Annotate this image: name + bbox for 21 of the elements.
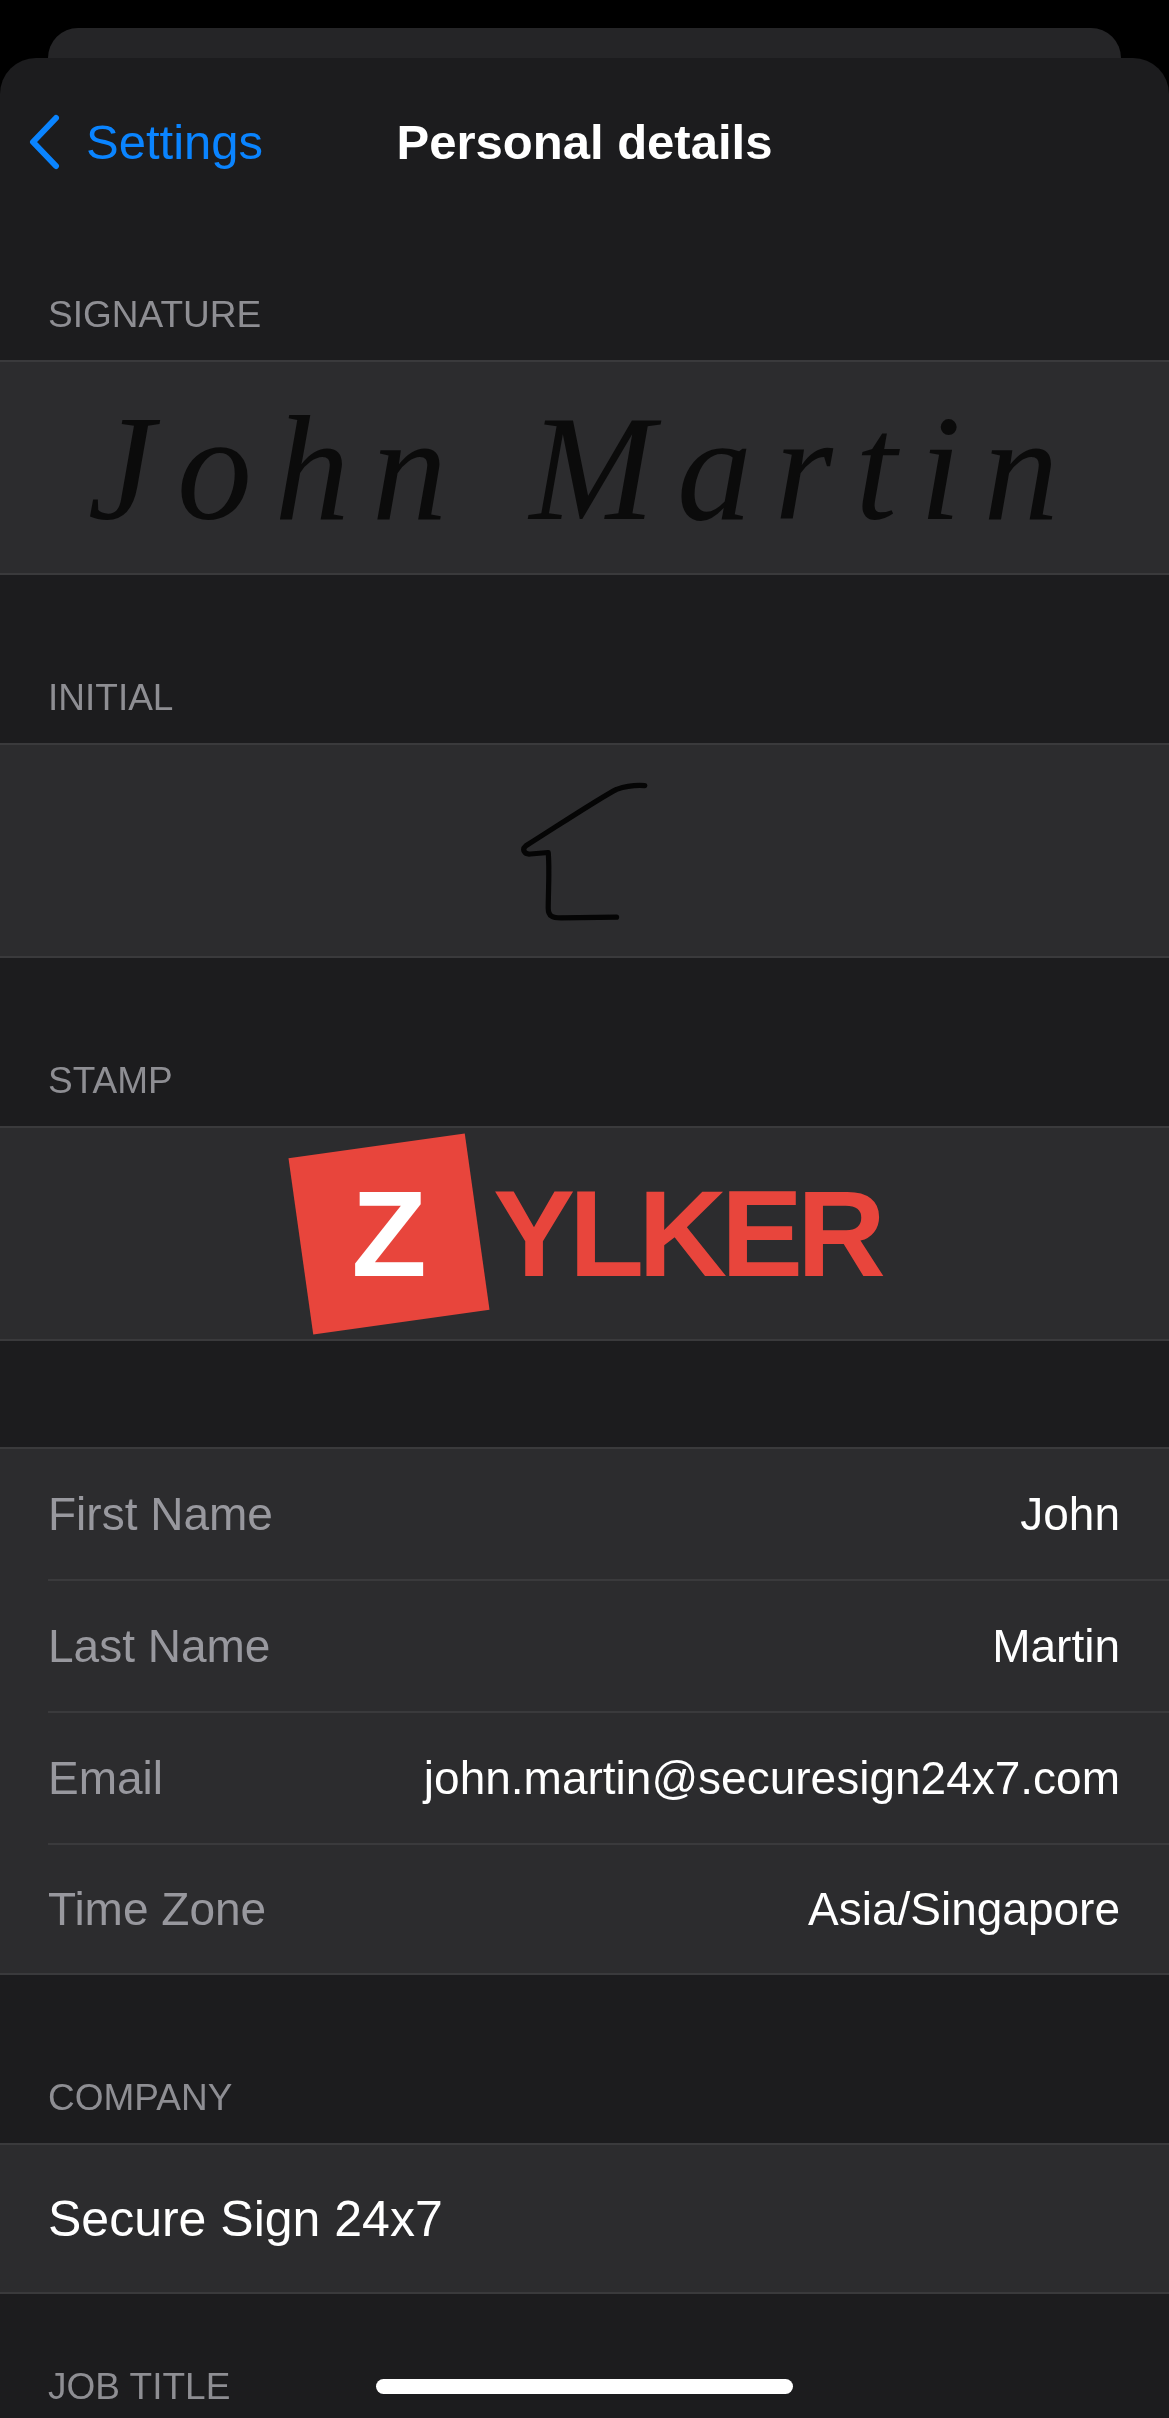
section-header: JOB TITLE — [48, 2366, 231, 2407]
chevron-left-icon — [28, 114, 60, 170]
section-header: SIGNATURE — [48, 294, 262, 335]
field-label: Last Name — [48, 1619, 271, 1673]
logo-mark: Z — [289, 1133, 490, 1334]
stamp-panel[interactable]: Z YLKER — [0, 1126, 1169, 1341]
section-header: INITIAL — [48, 677, 174, 718]
back-button[interactable]: Settings — [0, 112, 264, 172]
nav-title: Personal details — [396, 114, 773, 171]
logo-text: YLKER — [493, 1172, 880, 1295]
field-value: John — [1020, 1487, 1120, 1541]
section-header: COMPANY — [48, 2077, 233, 2118]
field-label: First Name — [48, 1487, 273, 1541]
field-label: Email — [48, 1751, 164, 1805]
initial-panel[interactable] — [0, 743, 1169, 958]
field-value: john.martin@securesign24x7.com — [423, 1751, 1120, 1805]
field-value: Martin — [992, 1619, 1120, 1673]
section-header: STAMP — [48, 1060, 173, 1101]
field-label: Time Zone — [48, 1882, 267, 1936]
field-value: Asia/Singapore — [808, 1882, 1120, 1936]
company-field[interactable]: Secure Sign 24x7 — [0, 2143, 1169, 2294]
